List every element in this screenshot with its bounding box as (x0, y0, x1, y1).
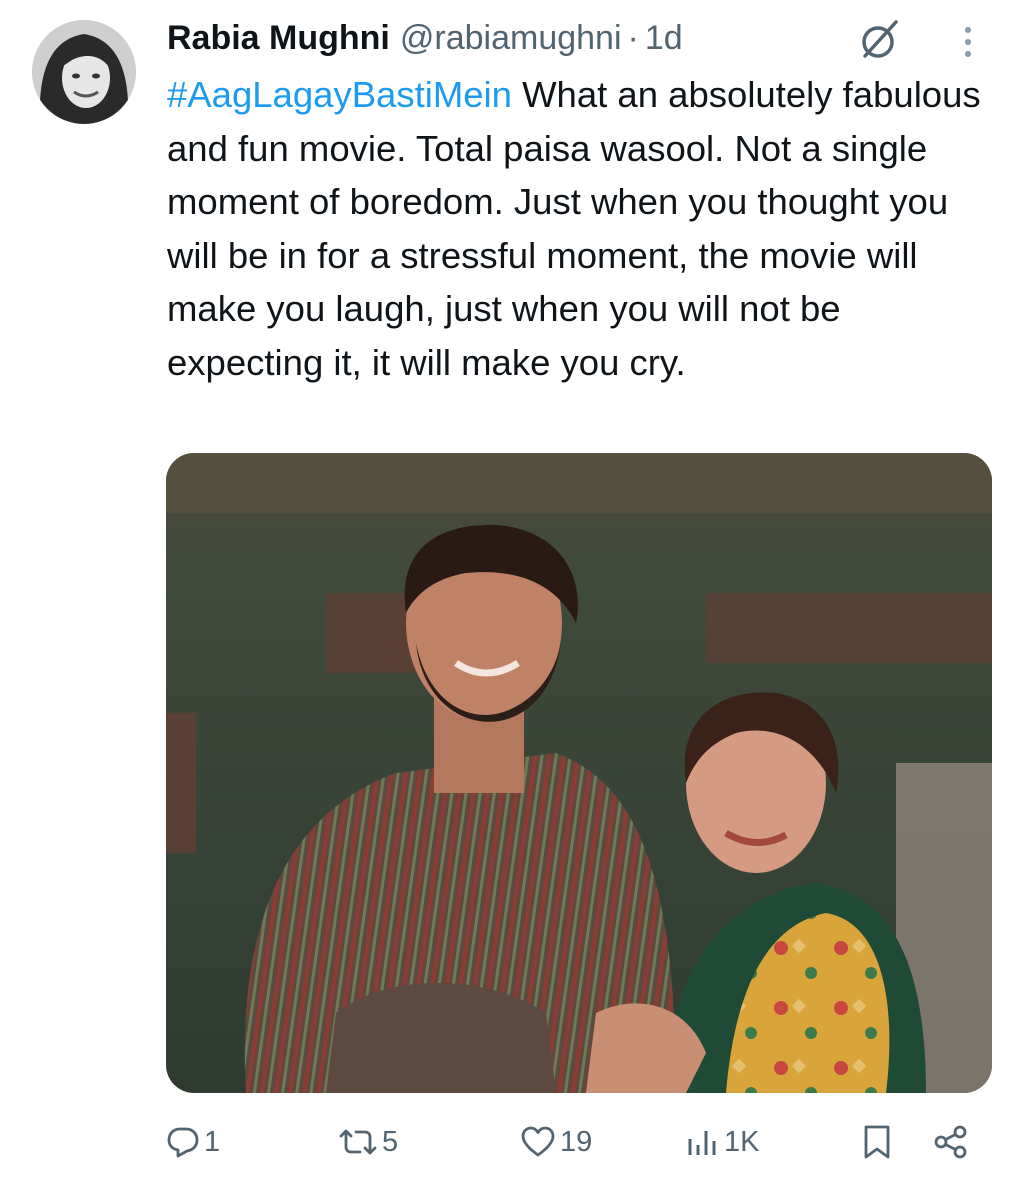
views-button[interactable]: 1K (686, 1112, 759, 1172)
like-count: 19 (560, 1125, 593, 1158)
tweet-body: What an absolutely fabulous and fun movi… (167, 74, 981, 383)
avatar-image (32, 20, 136, 124)
more-vertical-icon[interactable] (950, 20, 986, 64)
avatar[interactable] (32, 20, 136, 124)
grok-icon[interactable] (856, 16, 904, 64)
heart-icon (521, 1126, 555, 1157)
repost-button[interactable]: 5 (338, 1112, 398, 1172)
tweet-header: Rabia Mughni @rabiamughni · 1d (167, 14, 683, 62)
repost-count: 5 (382, 1125, 399, 1158)
like-button[interactable]: 19 (520, 1112, 592, 1172)
tweet-actions: 1 5 19 1K (0, 1112, 1024, 1172)
reply-icon (167, 1127, 199, 1158)
share-button[interactable] (932, 1112, 970, 1172)
reply-count: 1 (204, 1125, 221, 1158)
tweet-text: #AagLagayBastiMein What an absolutely fa… (167, 68, 997, 390)
views-count: 1K (724, 1125, 760, 1158)
bookmark-icon (864, 1125, 890, 1159)
bookmark-button[interactable] (862, 1112, 892, 1172)
timestamp[interactable]: 1d (645, 19, 683, 58)
tweet-image[interactable] (166, 453, 992, 1093)
hashtag-link[interactable]: #AagLagayBastiMein (167, 74, 512, 115)
separator-dot: · (627, 18, 639, 57)
share-icon (934, 1125, 967, 1159)
author-name[interactable]: Rabia Mughni (167, 19, 390, 58)
author-handle[interactable]: @rabiamughni (400, 19, 622, 58)
reply-button[interactable]: 1 (166, 1112, 220, 1172)
repost-icon (339, 1129, 377, 1155)
views-icon (688, 1131, 716, 1155)
movie-still-image (166, 453, 992, 1093)
